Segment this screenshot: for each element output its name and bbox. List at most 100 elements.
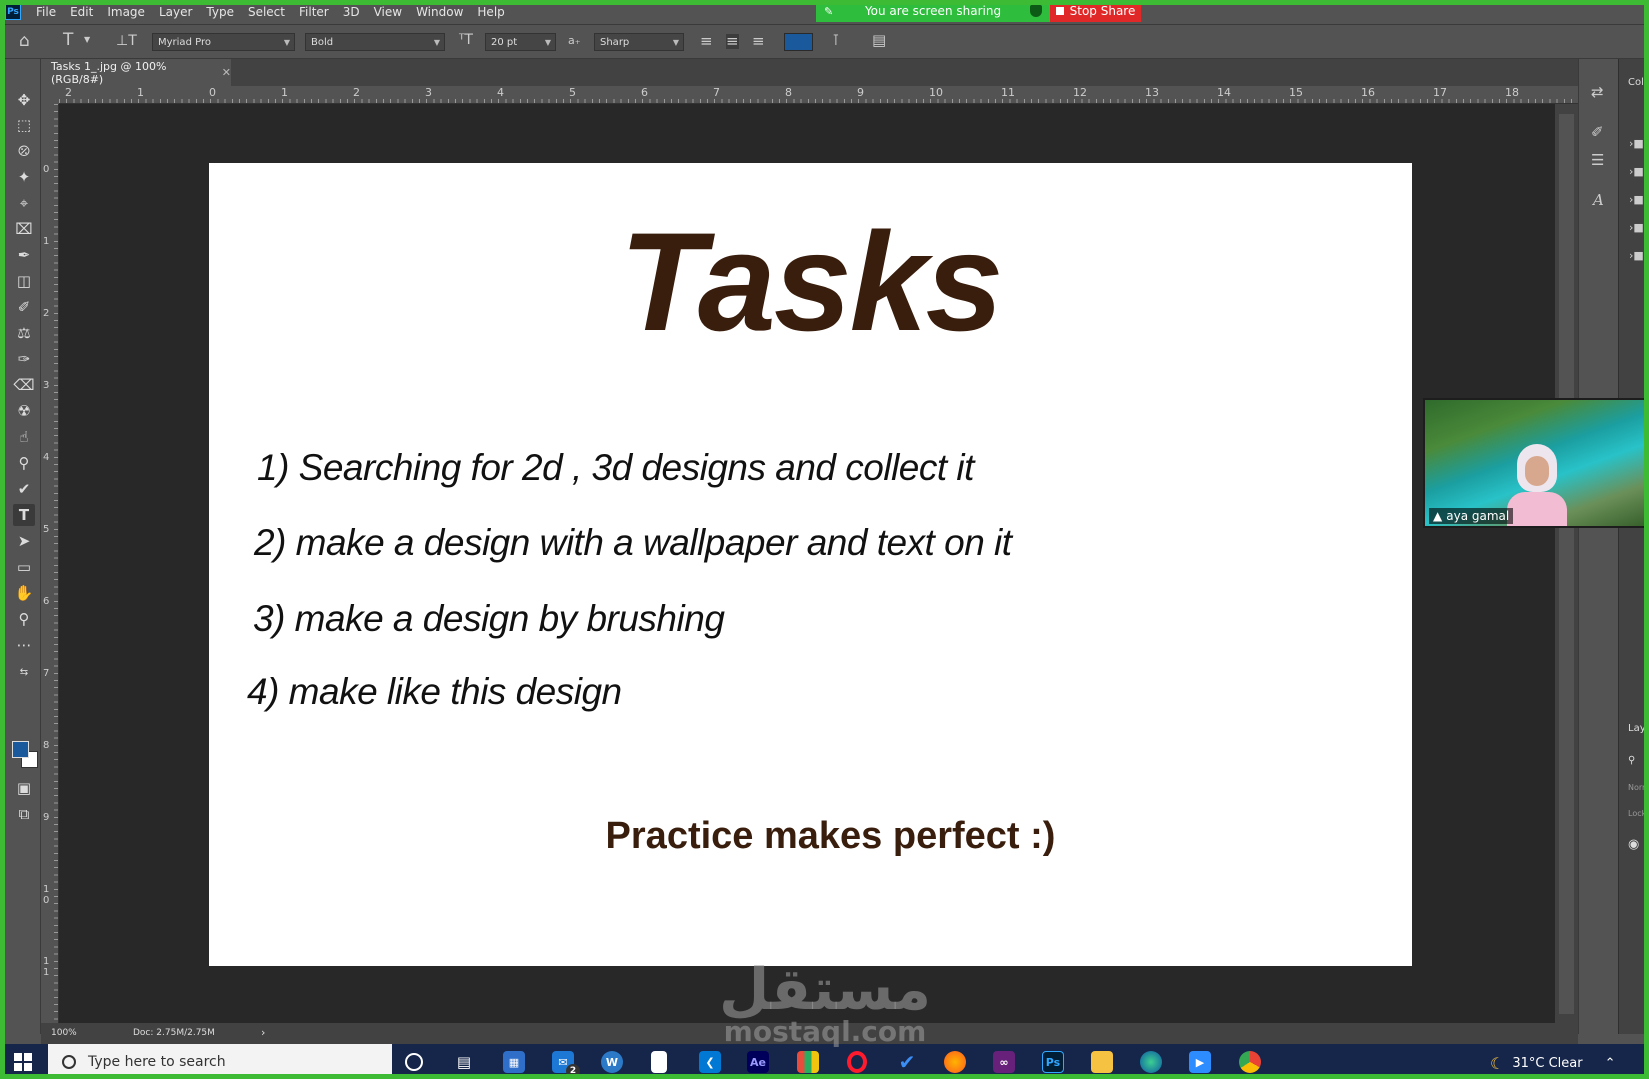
chevron-down-icon[interactable]: ▼ — [84, 36, 90, 44]
smudge-tool-icon[interactable]: ☝ — [13, 426, 35, 448]
folder-icon[interactable]: ›■ — [1629, 249, 1649, 262]
eye-icon[interactable]: ◉ — [1628, 837, 1639, 852]
chevron-right-icon[interactable]: › — [261, 1026, 265, 1039]
swap-colors-icon[interactable]: ⇆ — [13, 661, 35, 683]
character-panel-icon[interactable]: ▤ — [872, 33, 886, 48]
office-icon[interactable] — [797, 1051, 819, 1073]
chevron-down-icon: ▼ — [433, 37, 440, 47]
foreground-color[interactable] — [12, 741, 29, 758]
brush-settings-icon[interactable]: ✐ — [1591, 125, 1604, 140]
menu-layer[interactable]: Layer — [152, 5, 199, 19]
vscode-icon[interactable]: ❮ — [699, 1051, 721, 1073]
align-left-icon[interactable]: ≡ — [700, 34, 713, 49]
app-w-icon[interactable]: W — [601, 1051, 623, 1073]
taskbar-search[interactable]: Type here to search — [48, 1044, 392, 1079]
font-size-select[interactable]: 20 pt ▼ — [485, 33, 556, 51]
folder-icon[interactable]: ›■ — [1629, 193, 1649, 206]
photoshop-icon[interactable]: Ps — [1042, 1051, 1064, 1073]
dodge-tool-icon[interactable]: ⚲ — [13, 452, 35, 474]
path-selection-tool-icon[interactable]: ➤ — [13, 530, 35, 552]
lasso-tool-icon[interactable]: ⦼ — [13, 140, 35, 162]
firefox-icon[interactable] — [944, 1051, 966, 1073]
opera-icon[interactable] — [847, 1051, 867, 1073]
avatar-face — [1525, 456, 1549, 486]
menu-type[interactable]: Type — [199, 5, 241, 19]
ruler-label: 0 — [43, 164, 50, 175]
eyedropper-tool-icon[interactable]: ✒ — [13, 244, 35, 266]
rectangle-tool-icon[interactable]: ▭ — [13, 556, 35, 578]
home-icon[interactable]: ⌂ — [19, 33, 30, 50]
paint-bucket-tool-icon[interactable]: ☢ — [13, 400, 35, 422]
menu-select[interactable]: Select — [241, 5, 292, 19]
blend-mode-select[interactable]: Norr — [1628, 783, 1645, 792]
stop-share-button[interactable]: Stop Share — [1050, 0, 1141, 22]
type-tool-preset-icon[interactable]: T — [63, 32, 73, 49]
move-tool-icon[interactable]: ✥ — [13, 89, 35, 111]
cortana-icon[interactable] — [405, 1053, 423, 1071]
history-panel-icon[interactable]: ⇄ — [1591, 85, 1604, 100]
edge-icon[interactable] — [1140, 1051, 1162, 1073]
pen-tool-icon[interactable]: ✔ — [13, 478, 35, 500]
menu-file[interactable]: File — [29, 5, 63, 19]
type-tool-icon[interactable]: T — [13, 504, 35, 526]
more-tools-icon[interactable]: ⋯ — [13, 634, 35, 656]
marquee-tool-icon[interactable]: ⬚ — [13, 114, 35, 136]
folder-icon[interactable]: ›■ — [1629, 221, 1649, 234]
frame-tool-icon[interactable]: ⌧ — [13, 218, 35, 240]
menu-image[interactable]: Image — [100, 5, 152, 19]
document-canvas[interactable]: Tasks 1) Searching for 2d , 3d designs a… — [209, 163, 1412, 966]
chrome-icon[interactable] — [1239, 1051, 1261, 1073]
text-color-swatch[interactable] — [784, 33, 813, 51]
text-orientation-icon[interactable]: ⊥T — [116, 34, 137, 48]
warp-text-icon[interactable]: ⊺ — [832, 33, 840, 48]
antialias-select[interactable]: Sharp ▼ — [594, 33, 684, 51]
zoom-icon[interactable]: ▶ — [1189, 1051, 1211, 1073]
layers-panel-label[interactable]: Laye — [1628, 723, 1649, 734]
vertical-scrollbar[interactable] — [1555, 104, 1578, 1023]
folder-icon[interactable]: ›■ — [1629, 137, 1649, 150]
menu-window[interactable]: Window — [409, 5, 470, 19]
document-tab[interactable]: Tasks 1_.jpg @ 100% (RGB/8#) ✕ — [41, 59, 231, 86]
weather-widget[interactable]: ☾ 31°C Clear ⌃ — [1490, 1054, 1616, 1073]
after-effects-icon[interactable]: Ae — [747, 1051, 769, 1073]
menu-filter[interactable]: Filter — [292, 5, 336, 19]
file-explorer-icon[interactable] — [1091, 1051, 1113, 1073]
adjustments-icon[interactable]: ☰ — [1591, 153, 1604, 168]
zoom-tool-icon[interactable]: ⚲ — [13, 608, 35, 630]
menu-3d[interactable]: 3D — [336, 5, 367, 19]
folder-icon[interactable]: ›■ — [1629, 165, 1649, 178]
ruler-label: 1 1 — [43, 956, 50, 978]
avatar-body — [1507, 492, 1567, 526]
participant-video[interactable]: ▲ aya gamal — [1423, 398, 1649, 528]
history-brush-tool-icon[interactable]: ✑ — [13, 348, 35, 370]
visual-studio-icon[interactable]: ∞ — [993, 1051, 1015, 1073]
windows-start-icon[interactable] — [14, 1053, 32, 1071]
quick-selection-tool-icon[interactable]: ✦ — [13, 166, 35, 188]
quick-mask-icon[interactable]: ▣ — [13, 777, 35, 799]
menu-edit[interactable]: Edit — [63, 5, 100, 19]
file-icon[interactable] — [651, 1051, 667, 1073]
task-view-icon[interactable]: ▤ — [453, 1051, 475, 1073]
font-style-select[interactable]: Bold ▼ — [305, 33, 445, 51]
todo-icon[interactable]: ✔ — [896, 1050, 918, 1074]
chevron-up-icon[interactable]: ⌃ — [1605, 1056, 1616, 1071]
menu-view[interactable]: View — [367, 5, 409, 19]
character-icon[interactable]: A — [1593, 193, 1604, 208]
align-right-icon[interactable]: ≡ — [752, 34, 765, 49]
healing-brush-tool-icon[interactable]: ◫ — [13, 270, 35, 292]
scrollbar-thumb[interactable] — [1559, 114, 1574, 1014]
hand-tool-icon[interactable]: ✋ — [13, 582, 35, 604]
align-center-icon[interactable]: ≡ — [726, 34, 739, 49]
screen-mode-icon[interactable]: ⧉ — [13, 803, 35, 825]
font-family-select[interactable]: Myriad Pro ▼ — [152, 33, 295, 51]
search-icon[interactable]: ⚲ — [1628, 755, 1635, 766]
color-panel-label[interactable]: Colo — [1628, 77, 1649, 88]
clone-stamp-tool-icon[interactable]: ⚖ — [13, 322, 35, 344]
eraser-tool-icon[interactable]: ⌫ — [13, 374, 35, 396]
zoom-level[interactable]: 100% — [51, 1028, 77, 1038]
brush-tool-icon[interactable]: ✐ — [13, 296, 35, 318]
crop-tool-icon[interactable]: ⌖ — [13, 192, 35, 214]
menu-help[interactable]: Help — [470, 5, 511, 19]
store-icon[interactable]: ▦ — [503, 1051, 525, 1073]
close-icon[interactable]: ✕ — [222, 66, 231, 79]
